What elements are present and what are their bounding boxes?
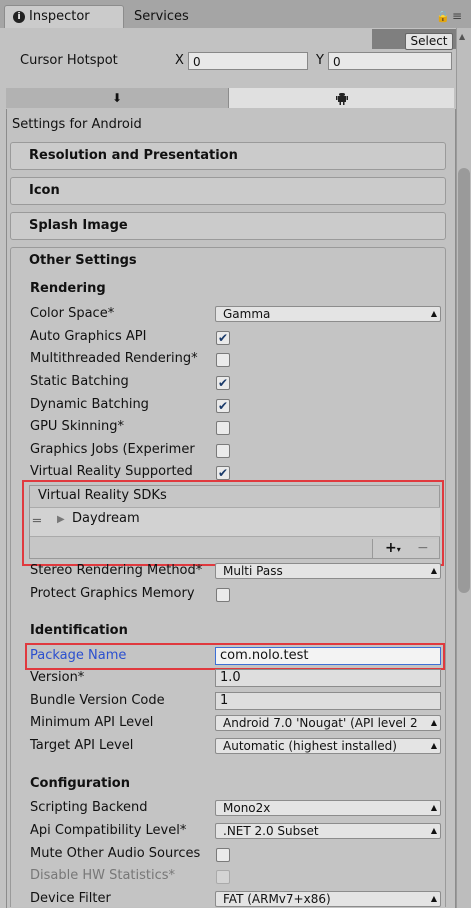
y-field[interactable]: 0 <box>328 52 452 70</box>
gpu-skinning-checkbox[interactable] <box>216 421 230 435</box>
api-compat-value: .NET 2.0 Subset <box>223 824 319 838</box>
mute-audio-label: Mute Other Audio Sources <box>30 846 201 861</box>
device-filter-dropdown[interactable]: FAT (ARMv7+x86) ▲▼ <box>215 891 441 907</box>
min-api-value: Android 7.0 'Nougat' (API level 2 <box>223 716 418 730</box>
auto-graphics-checkbox[interactable]: ✔ <box>216 331 230 345</box>
vr-supported-checkbox[interactable]: ✔ <box>216 466 230 480</box>
graphics-jobs-checkbox[interactable] <box>216 444 230 458</box>
target-api-value: Automatic (highest installed) <box>223 739 397 753</box>
scripting-backend-value: Mono2x <box>223 801 271 815</box>
tab-services[interactable]: Services <box>126 6 216 28</box>
color-space-value: Gamma <box>223 307 271 321</box>
version-field[interactable]: 1.0 <box>215 669 441 687</box>
target-api-dropdown[interactable]: Automatic (highest installed) ▲▼ <box>215 738 441 754</box>
disable-hw-stats-checkbox <box>216 870 230 884</box>
stereo-method-dropdown[interactable]: Multi Pass ▲▼ <box>215 563 441 579</box>
target-api-label: Target API Level <box>30 738 134 753</box>
protect-memory-checkbox[interactable] <box>216 588 230 602</box>
vr-supported-label: Virtual Reality Supported <box>30 464 193 479</box>
settings-for-label: Settings for Android <box>12 117 142 132</box>
x-field[interactable]: 0 <box>188 52 308 70</box>
tab-inspector-label: Inspector <box>29 9 90 24</box>
dropdown-arrow-icon: ▲▼ <box>430 803 437 812</box>
mute-audio-checkbox[interactable] <box>216 848 230 862</box>
disable-hw-stats-label: Disable HW Statistics* <box>30 868 176 883</box>
color-space-label: Color Space* <box>30 306 115 321</box>
multithreaded-label: Multithreaded Rendering* <box>30 351 198 366</box>
y-label: Y <box>316 53 324 68</box>
graphics-jobs-label: Graphics Jobs (Experimer <box>30 442 195 457</box>
dynamic-batching-label: Dynamic Batching <box>30 397 149 412</box>
lock-icon[interactable]: 🔒 <box>436 10 450 23</box>
dropdown-arrow-icon: ▲▼ <box>430 718 437 727</box>
bundle-version-label: Bundle Version Code <box>30 693 165 708</box>
static-batching-label: Static Batching <box>30 374 129 389</box>
other-settings-title: Other Settings <box>29 253 137 268</box>
cursor-hotspot-label: Cursor Hotspot <box>20 53 118 68</box>
highlight-box-vr <box>22 480 444 566</box>
tab-inspector[interactable]: i Inspector <box>4 5 124 29</box>
stereo-method-value: Multi Pass <box>223 564 283 578</box>
protect-memory-label: Protect Graphics Memory <box>30 586 195 601</box>
device-filter-value: FAT (ARMv7+x86) <box>223 892 331 906</box>
tab-android[interactable] <box>229 88 454 108</box>
dropdown-arrow-icon: ▲▼ <box>430 826 437 835</box>
x-label: X <box>175 53 184 68</box>
dropdown-arrow-icon: ▲▼ <box>430 309 437 318</box>
dropdown-arrow-icon: ▲▼ <box>430 894 437 903</box>
stereo-method-label: Stereo Rendering Method* <box>30 563 203 578</box>
device-filter-label: Device Filter <box>30 891 111 906</box>
static-batching-checkbox[interactable]: ✔ <box>216 376 230 390</box>
dropdown-arrow-icon: ▲▼ <box>430 741 437 750</box>
scroll-thumb[interactable] <box>458 168 470 593</box>
menu-icon[interactable]: ≡ <box>452 9 462 23</box>
auto-graphics-label: Auto Graphics API <box>30 329 147 344</box>
identification-heading: Identification <box>30 623 128 638</box>
version-label: Version* <box>30 670 85 685</box>
dropdown-arrow-icon: ▲▼ <box>430 566 437 575</box>
download-icon: ⬇ <box>111 91 123 105</box>
info-icon: i <box>13 10 25 23</box>
rendering-heading: Rendering <box>30 281 106 296</box>
highlight-box-package <box>25 643 445 670</box>
min-api-dropdown[interactable]: Android 7.0 'Nougat' (API level 2 ▲▼ <box>215 715 441 731</box>
dynamic-batching-checkbox[interactable]: ✔ <box>216 399 230 413</box>
multithreaded-checkbox[interactable] <box>216 353 230 367</box>
configuration-heading: Configuration <box>30 776 130 791</box>
foldout-resolution[interactable]: Resolution and Presentation <box>10 142 446 170</box>
android-icon <box>335 93 348 105</box>
min-api-label: Minimum API Level <box>30 715 154 730</box>
bundle-version-field[interactable]: 1 <box>215 692 441 710</box>
select-button[interactable]: Select <box>405 33 453 50</box>
scripting-backend-dropdown[interactable]: Mono2x ▲▼ <box>215 800 441 816</box>
scroll-up-icon[interactable]: ▲ <box>459 32 465 41</box>
scripting-backend-label: Scripting Backend <box>30 800 148 815</box>
gpu-skinning-label: GPU Skinning* <box>30 419 125 434</box>
color-space-dropdown[interactable]: Gamma ▲▼ <box>215 306 441 322</box>
tab-standalone[interactable]: ⬇ <box>6 88 229 108</box>
foldout-icon[interactable]: Icon <box>10 177 446 205</box>
foldout-splash[interactable]: Splash Image <box>10 212 446 240</box>
api-compat-label: Api Compatibility Level* <box>30 823 187 838</box>
api-compat-dropdown[interactable]: .NET 2.0 Subset ▲▼ <box>215 823 441 839</box>
